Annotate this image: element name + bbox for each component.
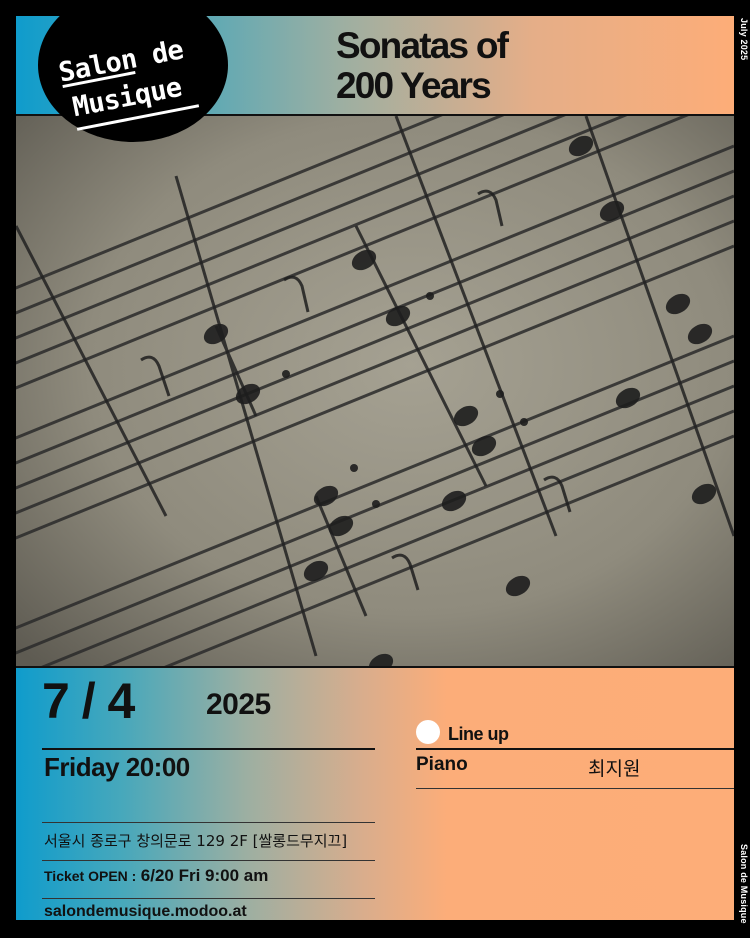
title-line-2: 200 Years xyxy=(336,65,492,106)
divider xyxy=(42,860,375,861)
performer-name: 최지원 xyxy=(588,758,641,780)
divider xyxy=(42,898,375,899)
event-date: 7 / 4 xyxy=(42,673,135,729)
ticket-open-label: Ticket OPEN : xyxy=(44,868,137,884)
divider xyxy=(42,822,375,823)
side-label-top: July 2025 xyxy=(739,18,749,61)
event-day-time: Friday 20:00 xyxy=(44,752,190,782)
performer-instrument: Piano xyxy=(416,754,468,775)
concert-title: Sonatas of 200 Years xyxy=(336,25,509,106)
title-line-1: Sonatas of xyxy=(336,25,509,66)
side-label-bottom: Salon de Musique xyxy=(739,844,749,924)
lineup-dot-icon xyxy=(416,720,440,744)
divider xyxy=(416,788,734,789)
event-year: 2025 xyxy=(206,688,271,721)
poster: Sonatas of 200 Years Salon de Musique 7 … xyxy=(16,16,734,920)
info-panel: 7 / 4 2025 Friday 20:00 서울시 종로구 창의문로 129… xyxy=(16,668,734,920)
sheet-music-photo xyxy=(16,114,734,668)
ticket-open-value: 6/20 Fri 9:00 am xyxy=(140,866,269,885)
divider xyxy=(416,748,734,750)
ticket-open: Ticket OPEN : 6/20 Fri 9:00 am xyxy=(44,866,268,886)
venue-address: 서울시 종로구 창의문로 129 2F [쌀롱드무지끄] xyxy=(44,832,348,850)
divider xyxy=(42,748,375,750)
sheet-music-illustration xyxy=(16,116,734,666)
website-link[interactable]: salondemusique.modoo.at xyxy=(44,903,247,920)
lineup-heading: Line up xyxy=(448,724,509,744)
